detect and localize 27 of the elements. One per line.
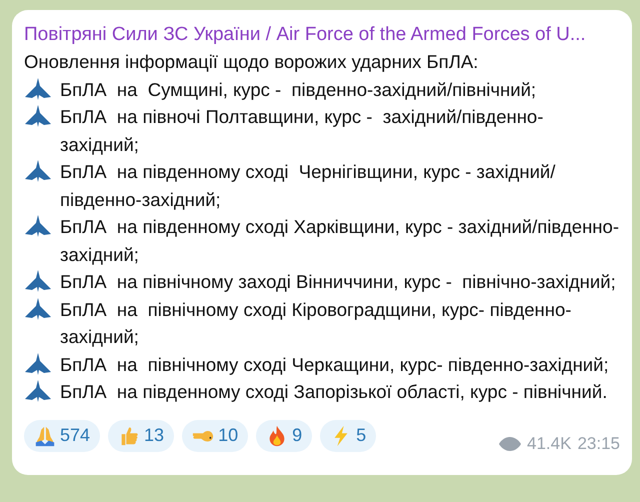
message-text: БпЛА на Сумщині, курс - південно-західний/північний; [60, 78, 536, 102]
message-text: БпЛА на північному заході Вінниччини, курс - північно-західний; [60, 270, 616, 294]
drone-icon [24, 296, 52, 320]
drone-icon [24, 104, 52, 128]
drone-icon [24, 352, 52, 376]
drone-icon [24, 159, 52, 183]
eye-icon [499, 436, 522, 450]
message-text: БпЛА на південному сході Харківщини, курс - західний/південно-західний; [60, 215, 620, 267]
drone-icon [24, 269, 52, 293]
reaction-button[interactable]: 10 [182, 420, 248, 452]
drone-icon [24, 76, 52, 100]
message-time: 23:15 [577, 434, 620, 454]
channel-name[interactable]: Повітряні Сили ЗС України / Air Force of the Armed Forces of U... [24, 22, 620, 48]
message-text: Оновлення інформації щодо ворожих ударних БпЛА: [24, 50, 480, 74]
drone-icon [24, 379, 52, 403]
praying-hands-icon [34, 424, 56, 446]
message-text: БпЛА на південному сході Чернігівщини, курс - західний/південно-західний; [60, 160, 556, 212]
reaction-button[interactable]: 5 [320, 420, 376, 452]
message-text: БпЛА на південному сході Запорізької області, курс - північний. [60, 380, 608, 404]
message-text: БпЛА на північному сході Черкащини, курс- південно-західний; [60, 352, 609, 377]
message-text: БпЛА на півночі Полтавщини, курс - західний/південно-західний; [60, 105, 544, 157]
drone-icon [24, 214, 52, 238]
reaction-button[interactable]: 13 [108, 420, 174, 452]
view-count: 41.4K [527, 434, 572, 454]
reaction-button[interactable]: 9 [256, 420, 312, 452]
reaction-button[interactable]: 574 [24, 420, 100, 452]
message-text: БпЛА на північному сході Кіровоградщини, курс- південно-західний; [60, 298, 572, 349]
